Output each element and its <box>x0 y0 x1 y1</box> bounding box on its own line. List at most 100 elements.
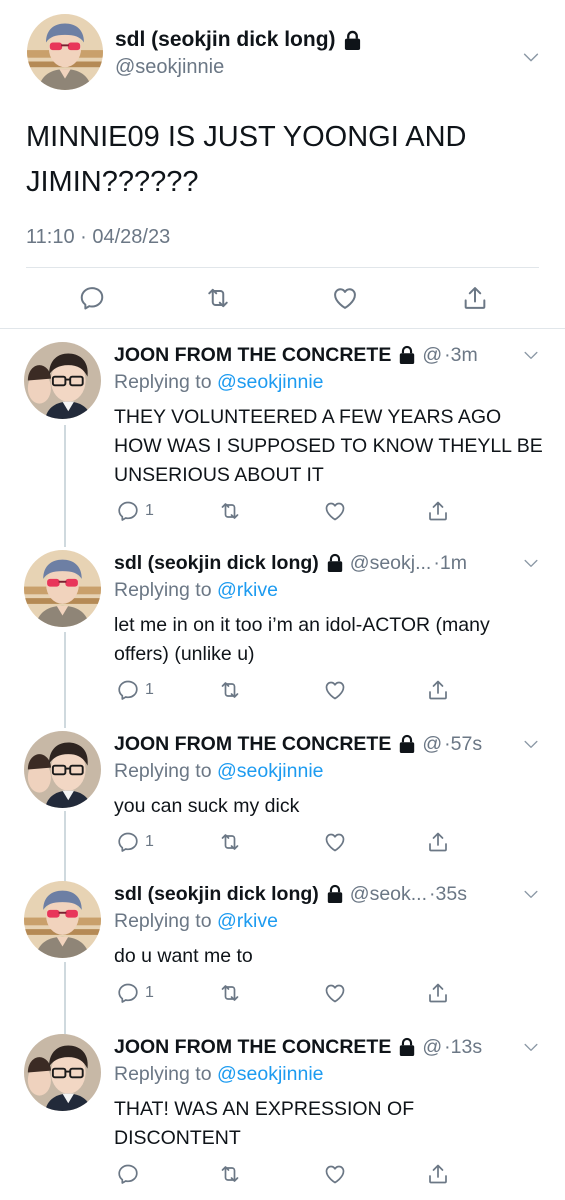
replying-prefix: Replying to <box>114 1063 217 1085</box>
reply-count: 1 <box>145 502 154 519</box>
mention-link[interactable]: @seokjinnie <box>217 1063 324 1085</box>
reply-header: JOON FROM THE CONCRETE @ ·3m <box>114 342 539 368</box>
avatar[interactable] <box>24 1034 101 1111</box>
reply-text: do u want me to <box>114 945 253 967</box>
tweet-actions <box>0 284 565 314</box>
reply-text: you can suck my dick <box>114 795 300 817</box>
replying-to: Replying to @rkive <box>114 910 278 933</box>
display-name[interactable]: sdl (seokjin dick long) <box>115 28 336 52</box>
user-handle[interactable]: @seokjinnie <box>115 56 224 79</box>
share-icon <box>426 981 450 1005</box>
retweet-button[interactable] <box>218 678 242 702</box>
chevron-down-icon[interactable] <box>521 734 541 754</box>
share-button[interactable] <box>426 830 450 854</box>
like-button[interactable] <box>323 1162 347 1186</box>
chevron-down-icon[interactable] <box>521 553 541 573</box>
lock-icon <box>326 884 344 904</box>
reply-time: ·13s <box>444 1035 483 1058</box>
lock-icon <box>398 734 416 754</box>
retweet-button[interactable] <box>218 981 242 1005</box>
user-handle[interactable]: @ <box>422 733 442 756</box>
share-button[interactable] <box>426 678 450 702</box>
heart-icon <box>323 499 347 523</box>
display-name[interactable]: sdl (seokjin dick long) <box>114 552 319 575</box>
mention-link[interactable]: @seokjinnie <box>217 371 324 393</box>
tweet-text: MINNIE09 IS JUST YOONGI AND JIMIN?????? <box>26 121 467 198</box>
avatar[interactable] <box>24 881 101 958</box>
reply-button[interactable] <box>78 284 106 312</box>
retweet-icon <box>218 981 242 1005</box>
reply-button[interactable]: 1 <box>116 499 154 523</box>
share-icon <box>426 678 450 702</box>
retweet-button[interactable] <box>218 499 242 523</box>
lock-icon <box>398 345 416 365</box>
lock-icon <box>343 30 362 51</box>
retweet-button[interactable] <box>218 830 242 854</box>
like-button[interactable] <box>323 981 347 1005</box>
share-button[interactable] <box>426 981 450 1005</box>
avatar[interactable] <box>27 14 103 90</box>
tweet-author-row[interactable]: sdl (seokjin dick long) <box>115 28 362 52</box>
reply-count: 1 <box>145 833 154 850</box>
lock-icon <box>398 1037 416 1057</box>
user-handle[interactable]: @ <box>422 1036 442 1059</box>
user-handle[interactable]: @seok... <box>350 883 427 906</box>
like-button[interactable] <box>323 678 347 702</box>
retweet-icon <box>218 678 242 702</box>
retweet-icon <box>204 284 232 312</box>
chevron-down-icon[interactable] <box>521 345 541 365</box>
reply-time: ·35s <box>429 882 467 905</box>
like-button[interactable] <box>323 830 347 854</box>
reply-actions <box>0 1162 565 1190</box>
display-name[interactable]: sdl (seokjin dick long) <box>114 883 319 906</box>
reply-button[interactable]: 1 <box>116 678 154 702</box>
divider <box>26 267 539 268</box>
display-name[interactable]: JOON FROM THE CONCRETE <box>114 733 391 756</box>
like-button[interactable] <box>331 284 359 312</box>
reply-button[interactable]: 1 <box>116 981 154 1005</box>
reply-actions: 1 <box>0 499 565 527</box>
reply-text: THAT! WAS AN EXPRESSION OF DISCONTENT <box>114 1098 415 1149</box>
reply-icon <box>116 830 140 854</box>
share-button[interactable] <box>461 284 489 312</box>
reply-count: 1 <box>145 681 154 698</box>
thread-line <box>64 425 66 547</box>
chevron-down-icon[interactable] <box>521 1037 541 1057</box>
reply-header: JOON FROM THE CONCRETE @ ·57s <box>114 731 539 757</box>
retweet-button[interactable] <box>204 284 232 312</box>
reply-button[interactable]: 1 <box>116 830 154 854</box>
heart-icon <box>323 678 347 702</box>
user-handle[interactable]: @seokj... <box>350 552 432 575</box>
avatar[interactable] <box>24 342 101 419</box>
retweet-icon <box>218 830 242 854</box>
reply-icon <box>116 499 140 523</box>
main-tweet: sdl (seokjin dick long) @seokjinnie MINN… <box>0 0 565 328</box>
reply-button[interactable] <box>116 1162 145 1186</box>
reply-actions: 1 <box>0 830 565 858</box>
chevron-down-icon[interactable] <box>521 884 541 904</box>
share-icon <box>426 1162 450 1186</box>
mention-link[interactable]: @rkive <box>217 579 278 601</box>
mention-link[interactable]: @seokjinnie <box>217 760 324 782</box>
replying-to: Replying to @seokjinnie <box>114 371 324 394</box>
lock-icon <box>326 553 344 573</box>
reply-icon <box>116 981 140 1005</box>
user-handle[interactable]: @ <box>422 344 442 367</box>
reply-icon <box>78 284 106 312</box>
avatar[interactable] <box>24 550 101 627</box>
replying-prefix: Replying to <box>114 760 217 782</box>
tweet-timestamp[interactable]: 11:10 · 04/28/23 <box>26 226 170 249</box>
reply-header: sdl (seokjin dick long) @seokj... ·1m <box>114 550 539 576</box>
share-button[interactable] <box>426 499 450 523</box>
avatar[interactable] <box>24 731 101 808</box>
display-name[interactable]: JOON FROM THE CONCRETE <box>114 1036 391 1059</box>
display-name[interactable]: JOON FROM THE CONCRETE <box>114 344 391 367</box>
mention-link[interactable]: @rkive <box>217 910 278 932</box>
reply-count: 1 <box>145 984 154 1001</box>
chevron-down-icon[interactable] <box>520 46 542 68</box>
share-button[interactable] <box>426 1162 450 1186</box>
retweet-button[interactable] <box>218 1162 242 1186</box>
reply-actions: 1 <box>0 981 565 1009</box>
like-button[interactable] <box>323 499 347 523</box>
retweet-icon <box>218 1162 242 1186</box>
